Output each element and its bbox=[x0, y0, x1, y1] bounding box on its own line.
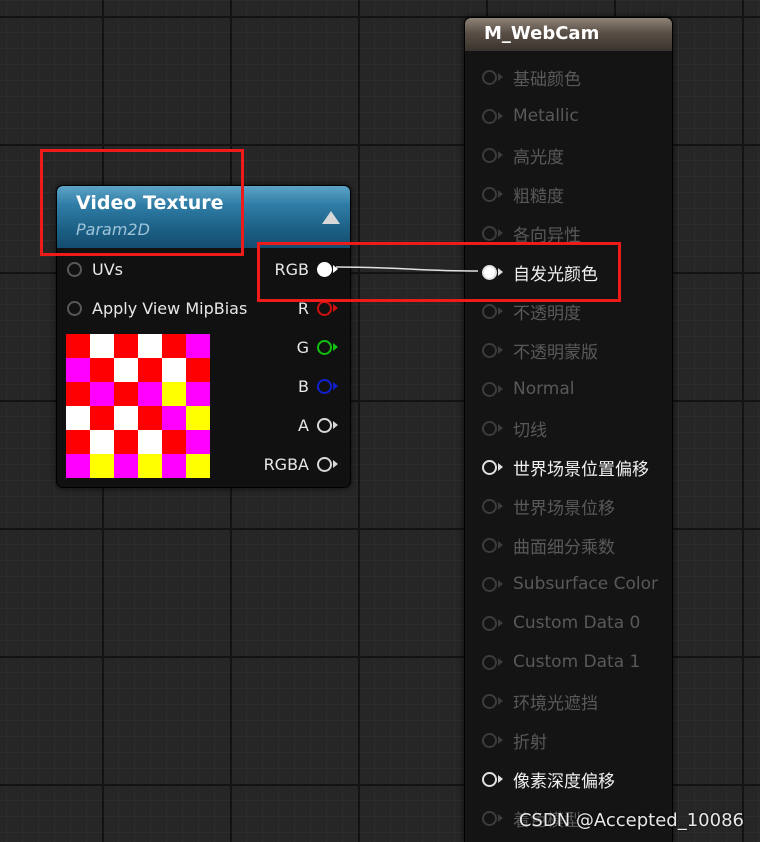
connection-wire bbox=[335, 266, 479, 272]
watermark: CSDN @Accepted_10086 bbox=[518, 810, 744, 831]
highlight-box-video-header bbox=[40, 149, 244, 256]
highlight-box-connection bbox=[257, 242, 621, 302]
